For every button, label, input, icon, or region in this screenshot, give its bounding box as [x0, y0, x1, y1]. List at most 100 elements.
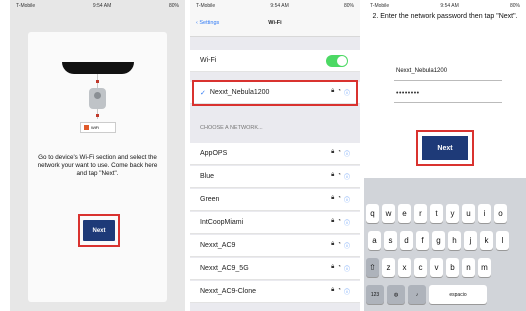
next-button[interactable]: Next	[422, 136, 468, 160]
key[interactable]: o	[494, 204, 507, 223]
key[interactable]: l	[496, 231, 509, 250]
key[interactable]: n	[462, 258, 475, 277]
lock-icon: 🔒︎	[331, 218, 335, 224]
info-icon[interactable]: ⓘ	[344, 264, 350, 273]
key[interactable]: d	[400, 231, 413, 250]
lock-icon: 🔒︎	[331, 195, 335, 201]
network-row[interactable]: AppOPS 🔒︎ ◔ ⓘ	[190, 143, 360, 165]
key[interactable]: m	[478, 258, 491, 277]
keyboard-row: a s d f g h j k l	[368, 231, 509, 250]
wifi-selector-illustration: WiFi	[80, 122, 116, 133]
wifi-signal-icon: ◔	[337, 195, 341, 201]
network-name: Blue	[200, 173, 215, 180]
info-icon[interactable]: ⓘ	[344, 149, 350, 158]
network-row[interactable]: Green 🔒︎ ◔ ⓘ	[190, 189, 360, 211]
network-status-icons: 🔒︎ ◔ ⓘ	[331, 218, 350, 227]
nav-bar: ‹ Settings Wi-Fi	[190, 11, 360, 37]
lock-icon: 🔒︎	[331, 172, 335, 178]
setup-screen-step1: T-Mobile 9:54 AM 80% WiFi Go to device's…	[10, 0, 185, 311]
network-status-icons: 🔒︎ ◔ ⓘ	[331, 264, 350, 273]
key[interactable]: f	[416, 231, 429, 250]
app-icon	[84, 125, 89, 130]
time-label: 9:54 AM	[270, 2, 289, 9]
network-name: Nexxt_AC9	[200, 242, 236, 249]
wifi-signal-icon: ◔	[337, 264, 341, 270]
space-key[interactable]: espacio	[429, 285, 487, 304]
wifi-signal-icon: ◔	[337, 149, 341, 155]
network-status-icons: 🔒︎ ◔ ⓘ	[331, 287, 350, 296]
globe-icon[interactable]: ◍	[387, 285, 405, 304]
key[interactable]: i	[478, 204, 491, 223]
password-field[interactable]: ••••••••	[396, 90, 456, 97]
divider	[394, 102, 502, 103]
lock-icon: 🔒︎	[331, 241, 335, 247]
network-status-icons: 🔒︎ ◔ ⓘ	[331, 241, 350, 250]
key[interactable]: s	[384, 231, 397, 250]
key[interactable]: a	[368, 231, 381, 250]
info-icon[interactable]: ⓘ	[344, 218, 350, 227]
key[interactable]: j	[464, 231, 477, 250]
network-status-icons: 🔒︎ ◔ ⓘ	[331, 172, 350, 181]
wifi-signal-icon: ◔	[337, 241, 341, 247]
key[interactable]: q	[366, 204, 379, 223]
wifi-toggle[interactable]	[326, 55, 348, 67]
password-screen: T-Mobile 9:54 AM 80% 2. Enter the networ…	[364, 0, 526, 311]
key[interactable]: t	[430, 204, 443, 223]
info-icon[interactable]: ⓘ	[344, 172, 350, 181]
section-header: CHOOSE A NETWORK...	[200, 125, 263, 131]
time-label: 9:54 AM	[92, 2, 112, 9]
page-title: Wi-Fi	[268, 20, 282, 26]
key[interactable]: y	[446, 204, 459, 223]
keyboard-row: q w e r t y u i o	[366, 204, 507, 223]
status-bar: T-Mobile 9:54 AM 80%	[190, 0, 360, 11]
network-name-field[interactable]: Nexxt_Nebula1200	[396, 68, 447, 74]
network-name: IntCoopMiami	[200, 219, 244, 226]
network-name: Nexxt_AC9-Clone	[200, 288, 257, 295]
network-row[interactable]: Blue 🔒︎ ◔ ⓘ	[190, 166, 360, 188]
divider	[394, 80, 502, 81]
network-name: Green	[200, 196, 220, 203]
status-bar: T-Mobile 9:54 AM 80%	[10, 0, 185, 11]
key[interactable]: z	[382, 258, 395, 277]
next-button[interactable]: Next	[83, 220, 115, 241]
lock-icon: 🔒︎	[331, 287, 335, 293]
key[interactable]: c	[414, 258, 427, 277]
lock-icon: 🔒︎	[331, 149, 335, 155]
battery-label: 80%	[509, 2, 520, 9]
hub-device-illustration	[62, 62, 134, 74]
onscreen-keyboard: q w e r t y u i o a s d f g h j k l ⇧ z …	[364, 178, 526, 311]
network-row[interactable]: IntCoopMiami 🔒︎ ◔ ⓘ	[190, 212, 360, 234]
key[interactable]: e	[398, 204, 411, 223]
microphone-icon[interactable]: ♪	[408, 285, 426, 304]
battery-label: 80%	[343, 2, 354, 9]
wifi-signal-icon: ◔	[337, 218, 341, 224]
info-icon[interactable]: ⓘ	[344, 241, 350, 250]
network-row[interactable]: Nexxt_AC9_5G 🔒︎ ◔ ⓘ	[190, 258, 360, 280]
key[interactable]: h	[448, 231, 461, 250]
info-icon[interactable]: ⓘ	[344, 287, 350, 296]
numbers-key[interactable]: 123	[366, 285, 384, 304]
connector-dot-icon	[96, 114, 99, 117]
wifi-settings-screen: T-Mobile 9:54 AM 80% ‹ Settings Wi-Fi Wi…	[190, 0, 360, 311]
battery-label: 80%	[168, 2, 179, 9]
key[interactable]: u	[462, 204, 475, 223]
network-row[interactable]: Nexxt_AC9-Clone 🔒︎ ◔ ⓘ	[190, 281, 360, 303]
network-row[interactable]: Nexxt_AC9 🔒︎ ◔ ⓘ	[190, 235, 360, 257]
key[interactable]: g	[432, 231, 445, 250]
carrier-label: T-Mobile	[16, 2, 36, 9]
instruction-card: WiFi Go to device's Wi-Fi section and se…	[28, 32, 167, 302]
key[interactable]: w	[382, 204, 395, 223]
connector-dot-icon	[96, 80, 99, 83]
shift-key[interactable]: ⇧	[366, 258, 379, 277]
key[interactable]: r	[414, 204, 427, 223]
key[interactable]: v	[430, 258, 443, 277]
info-icon[interactable]: ⓘ	[344, 195, 350, 204]
key[interactable]: b	[446, 258, 459, 277]
device-illustration-icon	[89, 88, 106, 109]
instruction-text: Go to device's Wi-Fi section and select …	[37, 154, 158, 178]
key[interactable]: x	[398, 258, 411, 277]
time-label: 9:54 AM	[440, 2, 459, 9]
keyboard-row: ⇧ z x c v b n m	[366, 258, 491, 277]
wifi-signal-icon: ◔	[337, 287, 341, 293]
key[interactable]: k	[480, 231, 493, 250]
